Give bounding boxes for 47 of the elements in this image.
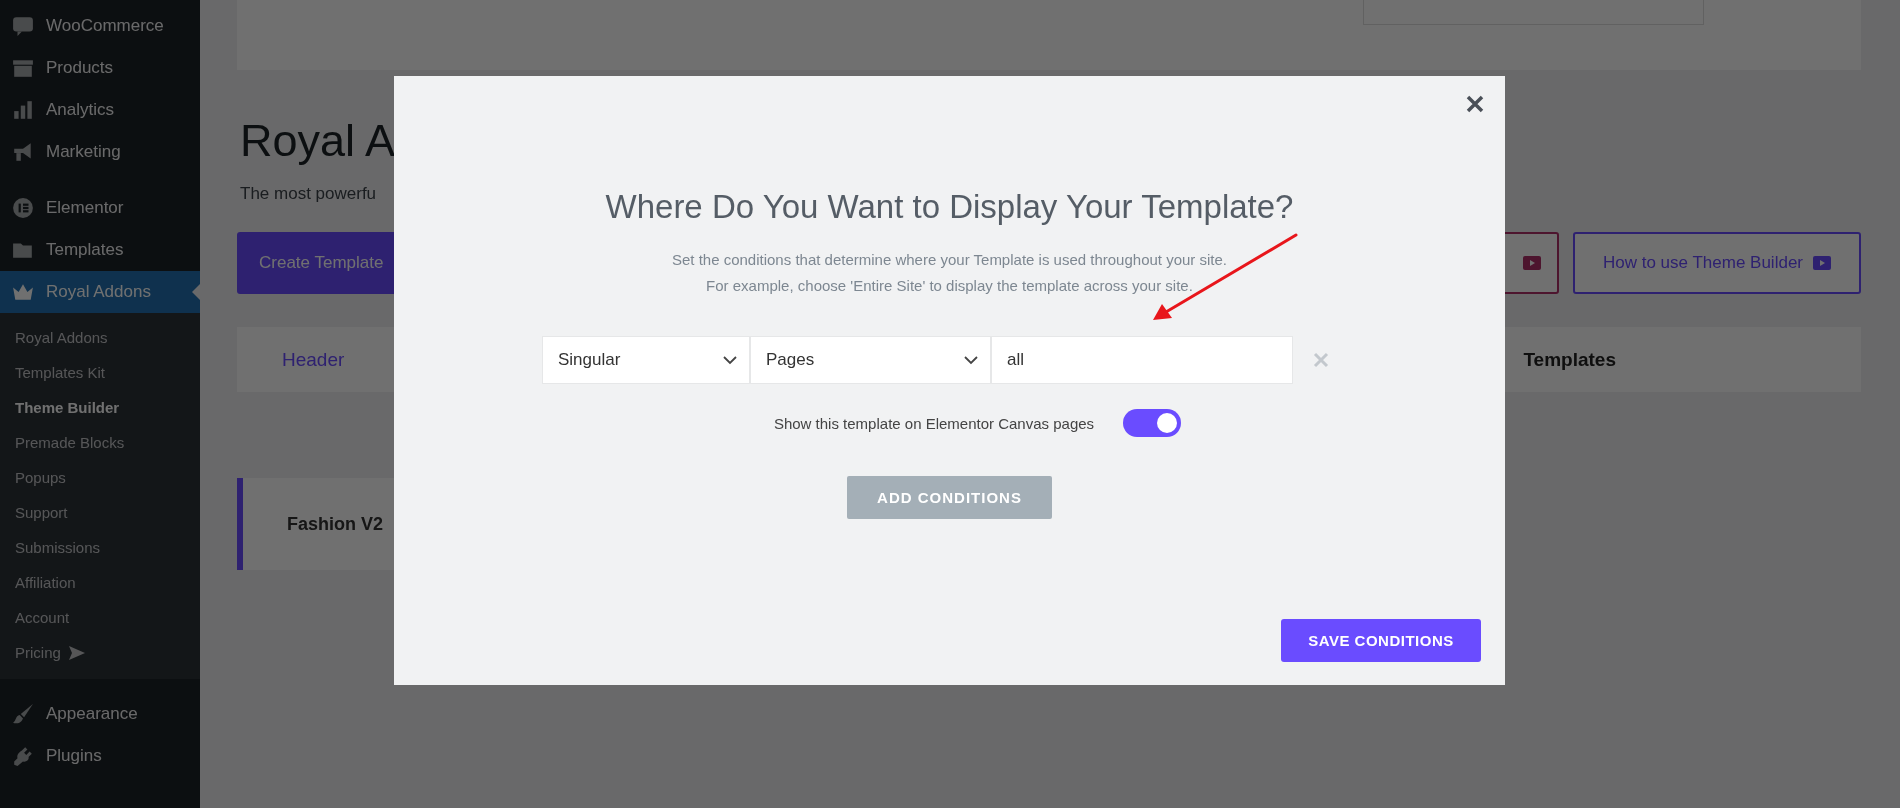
megaphone-icon bbox=[12, 141, 34, 163]
sidebar-menu-item[interactable]: Marketing bbox=[0, 131, 200, 173]
canvas-toggle-label: Show this template on Elementor Canvas pages bbox=[773, 414, 1095, 432]
submenu-item[interactable]: Account bbox=[0, 600, 200, 635]
sidebar-menu-item[interactable]: Plugins bbox=[0, 735, 200, 777]
condition-select[interactable]: Pages bbox=[750, 336, 991, 384]
close-icon[interactable] bbox=[1465, 94, 1485, 114]
sidebar-menu-item[interactable]: Templates bbox=[0, 229, 200, 271]
archive-box-icon bbox=[12, 57, 34, 79]
play-icon bbox=[1813, 256, 1831, 270]
submenu-item[interactable]: Theme Builder bbox=[0, 390, 200, 425]
theme-builder-help-button[interactable]: How to use Theme Builder bbox=[1573, 232, 1861, 294]
submenu-item[interactable]: Premade Blocks bbox=[0, 425, 200, 460]
sidebar-menu-item[interactable]: WooCommerce bbox=[0, 5, 200, 47]
sidebar-menu-item[interactable]: Products bbox=[0, 47, 200, 89]
chevron-down-icon bbox=[723, 355, 737, 365]
sidebar-menu-item[interactable]: Analytics bbox=[0, 89, 200, 131]
dialog-description: For example, choose 'Entire Site' to display the template across your site. bbox=[705, 276, 1194, 296]
sidebar-menu-item[interactable]: Elementor bbox=[0, 187, 200, 229]
elementor-icon bbox=[12, 197, 34, 219]
plug-icon bbox=[12, 745, 34, 767]
submenu-item[interactable]: Support bbox=[0, 495, 200, 530]
tab[interactable]: Header bbox=[237, 348, 390, 371]
sidebar-menu-item[interactable]: Royal Addons bbox=[0, 271, 200, 313]
page-subtitle: The most powerfu bbox=[240, 184, 378, 204]
submenu-item[interactable]: Submissions bbox=[0, 530, 200, 565]
submenu-item[interactable]: Affiliation bbox=[0, 565, 200, 600]
canvas-toggle[interactable] bbox=[1123, 409, 1182, 437]
condition-input-field[interactable]: all bbox=[991, 336, 1293, 384]
chevron-down-icon bbox=[964, 355, 978, 365]
submenu-item[interactable]: Popups bbox=[0, 460, 200, 495]
dialog-description: Set the conditions that determine where your Template is used throughout your site. bbox=[671, 250, 1227, 270]
current-pointer-icon bbox=[192, 284, 200, 300]
dialog-title: Where Do You Want to Display Your Template? bbox=[605, 187, 1294, 227]
submenu-item[interactable]: Templates Kit bbox=[0, 355, 200, 390]
save-conditions-button[interactable]: SAVE CONDITIONS bbox=[1281, 619, 1481, 662]
condition-select[interactable]: Singular bbox=[542, 336, 750, 384]
bar-chart-icon bbox=[12, 99, 34, 121]
paintbrush-icon bbox=[12, 703, 34, 725]
add-conditions-button[interactable]: ADD CONDITIONS bbox=[847, 476, 1052, 519]
speech-bubble-icon bbox=[12, 15, 34, 37]
submenu-item[interactable]: Pricing bbox=[0, 635, 200, 670]
play-icon bbox=[1523, 256, 1541, 270]
page-heading: Royal A bbox=[240, 114, 397, 168]
sidebar-menu-item[interactable]: Appearance bbox=[0, 693, 200, 735]
submenu-item[interactable]: Royal Addons bbox=[0, 320, 200, 355]
send-arrow-icon bbox=[68, 645, 85, 660]
